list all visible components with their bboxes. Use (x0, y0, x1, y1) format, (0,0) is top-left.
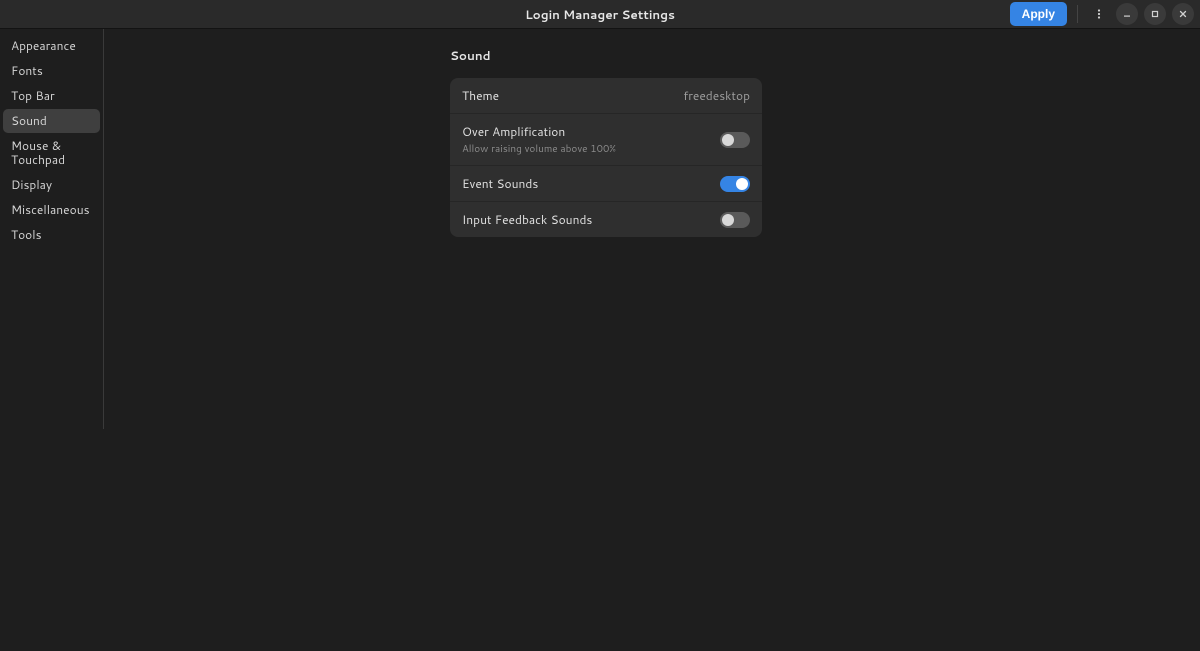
sidebar-item-mouse-touchpad[interactable]: Mouse & Touchpad (3, 134, 100, 172)
switch-knob (722, 134, 734, 146)
section-title: Sound (450, 47, 762, 64)
minimize-icon (1122, 9, 1132, 19)
sidebar-item-tools[interactable]: Tools (3, 223, 100, 247)
title-bar: Login Manager Settings Apply (0, 0, 1200, 29)
sidebar: Appearance Fonts Top Bar Sound Mouse & T… (0, 29, 104, 429)
row-event-sounds: Event Sounds (450, 166, 762, 202)
row-title: Theme (462, 87, 683, 104)
minimize-button[interactable] (1116, 3, 1138, 25)
close-button[interactable] (1172, 3, 1194, 25)
sidebar-item-appearance[interactable]: Appearance (3, 34, 100, 58)
kebab-icon (1093, 8, 1105, 20)
maximize-button[interactable] (1144, 3, 1166, 25)
row-title: Event Sounds (462, 175, 720, 192)
row-over-amplification: Over Amplification Allow raising volume … (450, 114, 762, 166)
event-sounds-switch[interactable] (720, 176, 750, 192)
row-labels: Event Sounds (462, 175, 720, 192)
row-labels: Over Amplification Allow raising volume … (462, 123, 720, 156)
row-title: Over Amplification (462, 123, 720, 140)
row-labels: Input Feedback Sounds (462, 211, 720, 228)
switch-knob (736, 178, 748, 190)
sidebar-item-display[interactable]: Display (3, 173, 100, 197)
theme-value: freedesktop (683, 87, 750, 104)
sidebar-item-sound[interactable]: Sound (3, 109, 100, 133)
prefs-group: Theme freedesktop Over Amplification All… (450, 78, 762, 237)
row-input-feedback: Input Feedback Sounds (450, 202, 762, 237)
row-theme[interactable]: Theme freedesktop (450, 78, 762, 114)
sidebar-item-top-bar[interactable]: Top Bar (3, 84, 100, 108)
close-icon (1178, 9, 1188, 19)
sidebar-item-miscellaneous[interactable]: Miscellaneous (3, 198, 100, 222)
separator (1077, 5, 1078, 23)
switch-knob (722, 214, 734, 226)
apply-button[interactable]: Apply (1010, 2, 1067, 26)
menu-button[interactable] (1088, 3, 1110, 25)
input-feedback-switch[interactable] (720, 212, 750, 228)
over-amplification-switch[interactable] (720, 132, 750, 148)
content-area: Sound Theme freedesktop Over Amplificati… (104, 29, 1200, 651)
body: Appearance Fonts Top Bar Sound Mouse & T… (0, 29, 1200, 651)
settings-panel: Sound Theme freedesktop Over Amplificati… (450, 47, 762, 651)
row-subtitle: Allow raising volume above 100% (462, 142, 720, 156)
row-labels: Theme (462, 87, 683, 104)
window-title: Login Manager Settings (525, 6, 675, 23)
header-actions: Apply (1010, 2, 1200, 26)
row-title: Input Feedback Sounds (462, 211, 720, 228)
maximize-icon (1150, 9, 1160, 19)
sidebar-item-fonts[interactable]: Fonts (3, 59, 100, 83)
